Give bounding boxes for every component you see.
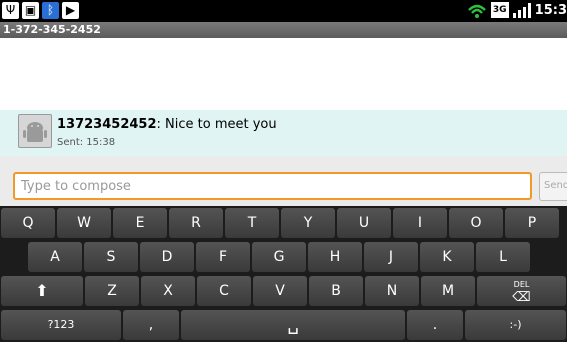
- key-b-label: B: [331, 283, 341, 299]
- usb-icon: Ψ: [2, 2, 19, 19]
- smiley-key-label: :-): [509, 318, 522, 331]
- key-q[interactable]: Q: [1, 208, 55, 238]
- key-w-label: W: [77, 215, 91, 231]
- message-list[interactable]: [0, 38, 567, 110]
- key-v-label: V: [275, 283, 285, 299]
- send-label: Send: [544, 180, 567, 191]
- backspace-icon: ⌫: [512, 290, 531, 305]
- wifi-icon: [467, 2, 487, 18]
- key-t-label: T: [247, 215, 257, 231]
- key-h[interactable]: H: [308, 242, 362, 272]
- key-q-label: Q: [22, 215, 34, 231]
- key-m[interactable]: M: [421, 276, 475, 306]
- status-time: 15:3: [534, 2, 567, 18]
- key-g-label: G: [273, 249, 285, 265]
- android-robot-icon: [23, 122, 47, 142]
- key-z-label: Z: [107, 283, 117, 299]
- key-p[interactable]: P: [505, 208, 559, 238]
- message-timestamp: Sent: 15:38: [57, 137, 116, 148]
- key-b[interactable]: B: [309, 276, 363, 306]
- soft-keyboard: Q W E R T Y U I O P A S D F G H J K L ⬆ Z X C V B N M DEL ⌫ ?123, ␣. :-…: [0, 206, 567, 342]
- key-v[interactable]: V: [253, 276, 307, 306]
- key-g[interactable]: G: [252, 242, 306, 272]
- send-button[interactable]: Send: [539, 172, 567, 201]
- key-s-label: S: [106, 249, 116, 265]
- key-a[interactable]: A: [28, 242, 82, 272]
- key-c[interactable]: C: [197, 276, 251, 306]
- symbols-key[interactable]: ?123: [1, 310, 121, 340]
- key-n-label: N: [386, 283, 398, 299]
- space-icon: ␣: [287, 314, 299, 335]
- key-y[interactable]: Y: [281, 208, 335, 238]
- key-o-label: O: [470, 215, 482, 231]
- key-z[interactable]: Z: [85, 276, 139, 306]
- key-t[interactable]: T: [225, 208, 279, 238]
- key-p-label: P: [527, 215, 537, 231]
- signal-icon: [512, 2, 531, 18]
- key-l[interactable]: L: [476, 242, 530, 272]
- key-c-label: C: [219, 283, 229, 299]
- key-i[interactable]: I: [393, 208, 447, 238]
- symbols-key-label: ?123: [47, 318, 75, 331]
- key-l-label: L: [499, 249, 507, 265]
- period-key-label: .: [432, 317, 438, 333]
- period-key[interactable]: .: [407, 310, 463, 340]
- title-bar: 1-372-345-2452: [0, 22, 567, 38]
- sd-card-icon: ▣: [22, 2, 39, 19]
- avatar[interactable]: [18, 114, 52, 148]
- key-y-label: Y: [303, 215, 313, 231]
- smiley-key[interactable]: :-): [465, 310, 566, 340]
- key-n[interactable]: N: [365, 276, 419, 306]
- key-f[interactable]: F: [196, 242, 250, 272]
- key-k-label: K: [442, 249, 452, 265]
- key-e[interactable]: E: [113, 208, 167, 238]
- key-e-label: E: [135, 215, 145, 231]
- key-f-label: F: [218, 249, 228, 265]
- key-k[interactable]: K: [420, 242, 474, 272]
- play-icon: ▶: [62, 2, 79, 19]
- space-key[interactable]: ␣: [181, 310, 405, 340]
- compose-placeholder: Type to compose: [21, 179, 131, 194]
- message-sender: 13723452452: [57, 117, 157, 132]
- key-w[interactable]: W: [57, 208, 111, 238]
- message-text: 13723452452: Nice to meet you: [57, 117, 277, 132]
- key-i-label: I: [417, 215, 423, 231]
- key-r-label: R: [191, 215, 201, 231]
- key-d-label: D: [161, 249, 173, 265]
- delete-key[interactable]: DEL ⌫: [477, 276, 566, 306]
- key-a-label: A: [50, 249, 60, 265]
- key-j[interactable]: J: [364, 242, 418, 272]
- conversation-phone-number: 1-372-345-2452: [3, 23, 101, 36]
- key-h-label: H: [329, 249, 341, 265]
- key-x-label: X: [163, 283, 173, 299]
- key-u[interactable]: U: [337, 208, 391, 238]
- message-body: Nice to meet you: [160, 117, 277, 132]
- key-d[interactable]: D: [140, 242, 194, 272]
- key-r[interactable]: R: [169, 208, 223, 238]
- comma-key-label: ,: [148, 317, 154, 333]
- comma-key[interactable]: ,: [123, 310, 179, 340]
- key-x[interactable]: X: [141, 276, 195, 306]
- bluetooth-icon: ᛒ: [42, 2, 59, 19]
- key-s[interactable]: S: [84, 242, 138, 272]
- network-type-icon: 3G: [490, 2, 509, 18]
- status-bar: Ψ ▣ ᛒ ▶ 3G 15:3: [0, 0, 567, 22]
- list-item[interactable]: 13723452452: Nice to meet you Sent: 15:3…: [0, 110, 567, 156]
- compose-input[interactable]: Type to compose: [13, 172, 532, 200]
- compose-bar: Type to compose Send: [0, 156, 567, 208]
- shift-key[interactable]: ⬆: [1, 276, 83, 306]
- shift-key-label: ⬆: [35, 281, 49, 300]
- key-o[interactable]: O: [449, 208, 503, 238]
- key-m-label: M: [441, 283, 455, 299]
- key-u-label: U: [358, 215, 370, 231]
- key-j-label: J: [388, 249, 394, 265]
